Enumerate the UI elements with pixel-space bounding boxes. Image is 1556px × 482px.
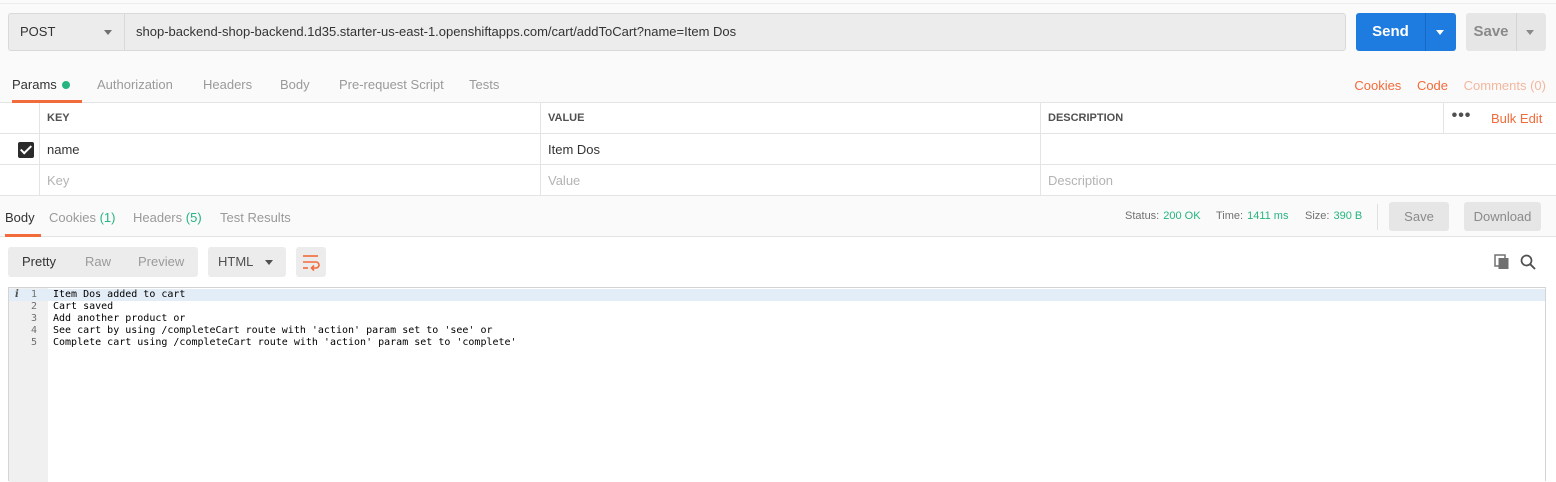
response-headers-count: (5) [185, 210, 202, 225]
time-meta: Time: 1411 ms [1216, 196, 1288, 237]
code-line: 2 Cart saved [9, 301, 1545, 313]
new-param-row: Key Value Description [0, 165, 1556, 196]
tab-body[interactable]: Body [280, 64, 310, 103]
save-divider [1516, 13, 1517, 51]
table-row: name Item Dos [0, 134, 1556, 165]
description-column-header: DESCRIPTION [1040, 103, 1443, 134]
request-links: Cookies Code Comments (0) [1342, 64, 1546, 103]
send-label: Send [1372, 23, 1409, 40]
tab-tests[interactable]: Tests [469, 64, 499, 103]
send-divider [1425, 13, 1426, 51]
line-number: 1 [30, 289, 37, 300]
response-cookies-label: Cookies [49, 210, 96, 225]
line-number: 5 [30, 337, 37, 348]
tab-headers[interactable]: Headers [203, 64, 252, 103]
line-text: Complete cart using /completeCart route … [53, 337, 517, 348]
code-line: 4 See cart by using /completeCart route … [9, 325, 1545, 337]
cookies-link[interactable]: Cookies [1354, 78, 1401, 93]
wrap-lines-button[interactable] [296, 247, 326, 277]
status-value: 200 OK [1163, 210, 1201, 222]
time-value: 1411 ms [1247, 210, 1289, 222]
param-description-cell[interactable] [1040, 134, 1556, 165]
save-request-button[interactable]: Save [1466, 13, 1546, 51]
new-description-input[interactable]: Description [1040, 165, 1556, 196]
line-text: Cart saved [53, 301, 114, 312]
line-text: Item Dos added to cart [53, 289, 186, 300]
tab-authorization[interactable]: Authorization [97, 64, 173, 103]
response-divider [1377, 204, 1378, 230]
save-options-chevron-icon[interactable] [1526, 30, 1534, 35]
view-mode-group: Pretty Raw Preview [8, 247, 198, 277]
bulk-edit-link[interactable]: Bulk Edit [1491, 103, 1542, 134]
format-select[interactable]: HTML [208, 247, 286, 277]
response-bar: Body Cookies (1) Headers (5) Test Result… [0, 196, 1556, 237]
format-label: HTML [218, 254, 254, 269]
tab-params[interactable]: Params [12, 64, 82, 103]
tab-pre-request-script[interactable]: Pre-request Script [339, 64, 444, 103]
value-column-header: VALUE [540, 103, 1040, 134]
comments-link[interactable]: Comments (0) [1464, 78, 1546, 93]
request-tabs: Params Authorization Headers Body Pre-re… [0, 64, 1556, 103]
response-tab-test-results[interactable]: Test Results [220, 196, 291, 237]
raw-mode-button[interactable]: Raw [85, 247, 111, 277]
save-label: Save [1473, 23, 1509, 40]
tab-params-label: Params [12, 77, 57, 92]
response-cookies-count: (1) [99, 210, 116, 225]
copy-icon[interactable] [1494, 254, 1510, 270]
new-value-input[interactable]: Value [540, 165, 1040, 196]
response-headers-label: Headers [133, 210, 183, 225]
key-column-header: KEY [39, 103, 540, 134]
more-options-icon[interactable]: ••• [1443, 103, 1479, 134]
method-select[interactable]: POST [8, 13, 124, 51]
line-number: 2 [30, 301, 37, 312]
response-code-viewer[interactable]: i 1 Item Dos added to cart 2 Cart saved … [8, 287, 1546, 482]
line-number: 4 [30, 325, 37, 336]
download-button[interactable]: Download [1464, 202, 1541, 231]
status-label: Status: [1125, 210, 1160, 222]
size-value: 390 B [1333, 210, 1363, 222]
param-enabled-checkbox[interactable] [18, 142, 34, 158]
save-response-button[interactable]: Save [1389, 202, 1449, 231]
line-text: Add another product or [53, 313, 186, 324]
response-tab-headers[interactable]: Headers (5) [133, 196, 202, 237]
chevron-down-icon [265, 260, 273, 265]
response-tab-body[interactable]: Body [5, 196, 41, 237]
size-label: Size: [1305, 210, 1330, 222]
pretty-mode-button[interactable]: Pretty [22, 247, 56, 277]
time-label: Time: [1216, 210, 1244, 222]
viewer-toolbar: Pretty Raw Preview HTML [0, 237, 1556, 287]
params-table: KEY VALUE DESCRIPTION ••• Bulk Edit name… [0, 103, 1556, 196]
code-line: 5 Complete cart using /completeCart rout… [9, 337, 1545, 349]
search-icon[interactable] [1520, 254, 1536, 270]
new-key-input[interactable]: Key [39, 165, 540, 196]
send-button[interactable]: Send [1356, 13, 1456, 51]
url-input[interactable]: shop-backend-shop-backend.1d35.starter-u… [124, 13, 1346, 51]
params-active-dot-icon [61, 81, 70, 89]
code-line: i 1 Item Dos added to cart [9, 289, 1545, 301]
status-meta: Status: 200 OK [1125, 196, 1201, 237]
method-label: POST [20, 24, 56, 39]
send-options-chevron-icon[interactable] [1436, 30, 1444, 35]
chevron-down-icon [104, 30, 112, 35]
response-tab-cookies[interactable]: Cookies (1) [49, 196, 115, 237]
code-line: 3 Add another product or [9, 313, 1545, 325]
param-value-cell[interactable]: Item Dos [540, 134, 1040, 165]
param-key-cell[interactable]: name [39, 134, 540, 165]
line-number: 3 [30, 313, 37, 324]
size-meta: Size: 390 B [1305, 196, 1362, 237]
request-bar: POST shop-backend-shop-backend.1d35.star… [0, 4, 1556, 64]
code-link[interactable]: Code [1417, 78, 1448, 93]
preview-mode-button[interactable]: Preview [138, 247, 184, 277]
params-header-row: KEY VALUE DESCRIPTION ••• Bulk Edit [0, 103, 1556, 134]
wrap-lines-icon [303, 255, 320, 272]
line-text: See cart by using /completeCart route wi… [53, 325, 493, 336]
